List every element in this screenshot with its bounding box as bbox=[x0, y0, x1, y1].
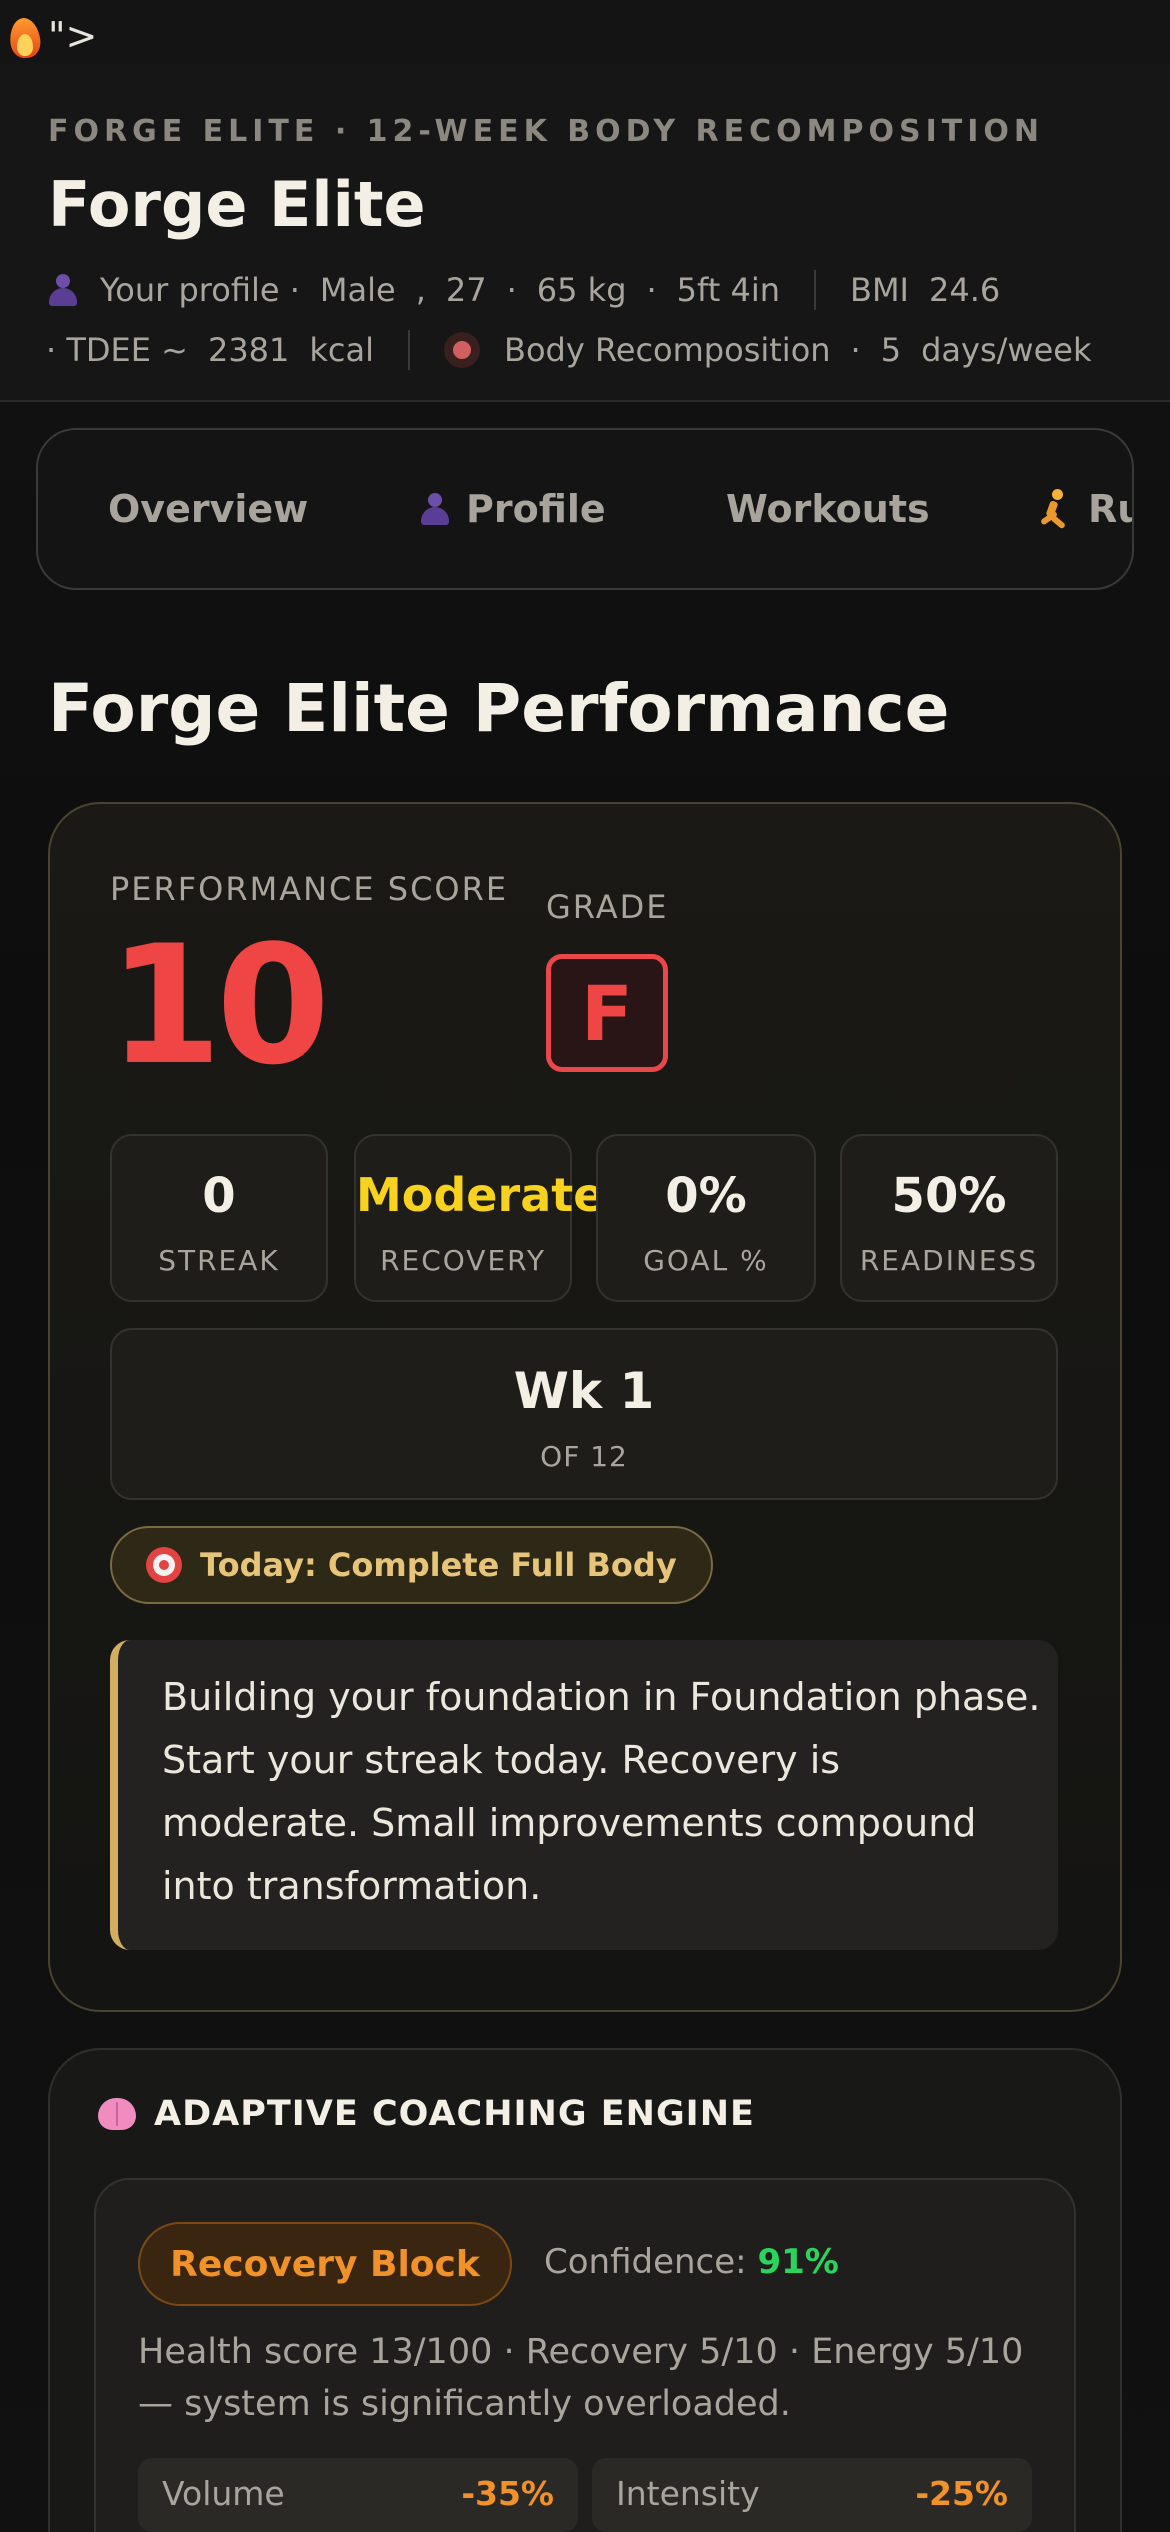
today-task-pill[interactable]: Today: Complete Full Body bbox=[110, 1526, 713, 1604]
profile-age: 27 bbox=[445, 271, 487, 309]
adjustment-delta: -25% bbox=[915, 2474, 1008, 2513]
stat-streak: 0 STREAK bbox=[110, 1134, 328, 1302]
adjustment-delta: -35% bbox=[461, 2474, 554, 2513]
divider bbox=[408, 330, 411, 370]
coach-message: Building your foundation in Foundation p… bbox=[110, 1640, 1058, 1950]
stat-readiness: 50% READINESS bbox=[840, 1134, 1058, 1302]
profile-summary-row-1: Your profile · Male , 27 · 65 kg · 5ft 4… bbox=[48, 270, 1000, 310]
stat-value: 50% bbox=[891, 1168, 1007, 1224]
tab-label: Ru bbox=[1088, 487, 1132, 531]
adjustment-volume: Volume -35% bbox=[138, 2458, 578, 2532]
stat-label: STREAK bbox=[158, 1244, 280, 1277]
runner-icon bbox=[1036, 489, 1070, 530]
today-task-label: Today: Complete Full Body bbox=[200, 1546, 677, 1584]
adjustment-name: Intensity bbox=[616, 2474, 760, 2513]
divider bbox=[813, 270, 816, 310]
coach-message-text: Building your foundation in Foundation p… bbox=[162, 1675, 1041, 1908]
grade-label: GRADE bbox=[546, 888, 669, 926]
week-label: OF 12 bbox=[540, 1440, 628, 1473]
tdee-label: · TDEE ~ bbox=[46, 331, 188, 369]
performance-score-label: PERFORMANCE SCORE bbox=[110, 870, 509, 908]
tdee-unit: kcal bbox=[309, 331, 375, 369]
app-title: Forge Elite bbox=[48, 168, 426, 241]
stat-label: RECOVERY bbox=[380, 1244, 546, 1277]
profile-height: 5ft 4in bbox=[676, 271, 780, 309]
profile-weight: 65 kg bbox=[536, 271, 627, 309]
stat-label: GOAL % bbox=[643, 1244, 769, 1277]
confidence-label: Confidence: bbox=[544, 2242, 747, 2282]
adjustment-intensity: Intensity -25% bbox=[592, 2458, 1032, 2532]
week-value: Wk 1 bbox=[513, 1362, 655, 1420]
stat-value: 0 bbox=[202, 1168, 236, 1224]
stray-text-row: "> bbox=[7, 8, 98, 64]
grade-badge: F bbox=[546, 954, 668, 1072]
red-dot-icon bbox=[444, 332, 481, 368]
stat-value: Moderate bbox=[356, 1168, 605, 1222]
stat-goal: 0% GOAL % bbox=[596, 1134, 816, 1302]
confidence-value: 91% bbox=[757, 2242, 839, 2282]
target-icon bbox=[146, 1547, 182, 1583]
profile-label[interactable]: Your profile · bbox=[100, 271, 300, 309]
coaching-title: ADAPTIVE COACHING ENGINE bbox=[98, 2094, 755, 2134]
goal-label: Body Recomposition bbox=[504, 331, 831, 369]
profile-sex: Male bbox=[319, 271, 396, 309]
coaching-description: Health score 13/100 · Recovery 5/10 · En… bbox=[138, 2332, 1024, 2424]
section-title: Forge Elite Performance bbox=[48, 670, 950, 747]
user-icon bbox=[48, 274, 78, 306]
brain-icon bbox=[98, 2098, 136, 2130]
user-icon bbox=[420, 493, 450, 525]
stat-label: READINESS bbox=[859, 1244, 1039, 1277]
stat-recovery: Moderate RECOVERY bbox=[354, 1134, 605, 1302]
tab-profile[interactable]: Profile bbox=[420, 430, 606, 588]
bmi-value: 24.6 bbox=[928, 271, 1001, 309]
tdee-value: 2381 bbox=[207, 331, 290, 369]
profile-dot: · bbox=[506, 271, 517, 309]
profile-dot: · bbox=[850, 331, 861, 369]
tab-overview[interactable]: Overview bbox=[108, 430, 308, 588]
coaching-title-label: ADAPTIVE COACHING ENGINE bbox=[154, 2094, 755, 2134]
training-days: 5 bbox=[880, 331, 902, 369]
header-eyebrow: FORGE ELITE · 12-WEEK BODY RECOMPOSITION bbox=[48, 114, 1045, 149]
performance-score-value: 10 bbox=[108, 910, 330, 1101]
stray-text: "> bbox=[48, 14, 98, 58]
flame-icon bbox=[7, 14, 43, 60]
tab-workouts[interactable]: Workouts bbox=[726, 430, 930, 588]
tab-label: Workouts bbox=[726, 487, 930, 531]
stat-value: 0% bbox=[665, 1168, 747, 1224]
profile-dot: · bbox=[646, 271, 657, 309]
bmi-label: BMI bbox=[849, 271, 909, 309]
tab-label: Profile bbox=[466, 487, 606, 531]
app-page: "> FORGE ELITE · 12-WEEK BODY RECOMPOSIT… bbox=[0, 0, 1170, 2532]
recovery-block-badge: Recovery Block bbox=[138, 2222, 512, 2306]
week-progress-box: Wk 1 OF 12 bbox=[110, 1328, 1058, 1500]
tab-running[interactable]: Ru bbox=[1036, 430, 1132, 588]
tab-bar: Overview Profile Workouts Ru bbox=[36, 428, 1134, 590]
profile-comma: , bbox=[415, 271, 426, 309]
confidence-readout: Confidence: 91% bbox=[544, 2242, 839, 2282]
training-days-unit: days/week bbox=[921, 331, 1092, 369]
tab-label: Overview bbox=[108, 487, 309, 531]
adjustment-name: Volume bbox=[162, 2474, 285, 2513]
profile-summary-row-2: · TDEE ~ 2381 kcal Body Recomposition · … bbox=[46, 330, 1091, 370]
